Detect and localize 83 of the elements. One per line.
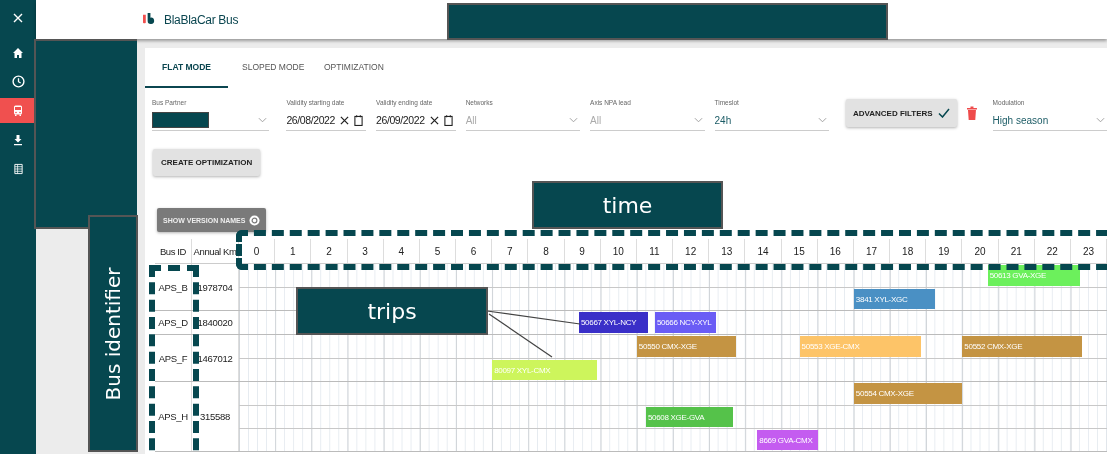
trip-bar[interactable]: 50608 XGE-GVA	[645, 407, 733, 427]
close-icon[interactable]	[13, 13, 23, 23]
clear-icon[interactable]	[429, 115, 439, 125]
sidebar-item[interactable]	[0, 98, 36, 123]
tab[interactable]: SLOPED MODE	[228, 48, 310, 88]
eye-icon	[249, 214, 261, 226]
tab[interactable]: OPTIMIZATION	[310, 48, 392, 88]
hour-label: 12	[673, 239, 710, 263]
date-field[interactable]: 26/08/2022	[286, 110, 367, 131]
trip-bar[interactable]: 50667 XYL-NCY	[578, 312, 648, 333]
column-header: Bus ID	[155, 239, 192, 263]
bus-id-cell: APS_F	[155, 335, 192, 381]
hour-label: 11	[636, 239, 674, 263]
trash-icon[interactable]	[966, 106, 977, 120]
trip-bar[interactable]: 50552 CMX-XGE	[962, 336, 1082, 357]
advanced-filters-button[interactable]: ADVANCED FILTERS	[845, 99, 957, 127]
hour-label: 4	[383, 239, 420, 263]
field-value: 26/09/2022	[376, 114, 425, 126]
hour-label: 2	[311, 239, 348, 263]
bus-id-cell: APS_D	[155, 311, 192, 334]
clock-icon	[11, 75, 25, 88]
bus-id-cell: APS_B	[155, 264, 192, 310]
tab[interactable]: FLAT MODE	[145, 48, 228, 88]
app-title: BlaBlaCar Bus	[164, 12, 239, 27]
hour-label: 7	[492, 239, 529, 263]
hour-label: 3	[347, 239, 384, 263]
field-value: 24h	[714, 114, 732, 126]
select-field[interactable]: High season	[992, 110, 1107, 131]
annual-km-cell: 1840020	[192, 311, 239, 334]
table-icon	[12, 162, 24, 175]
date-field[interactable]: 26/09/2022	[376, 110, 456, 131]
hour-label: 19	[926, 239, 963, 263]
hour-label: 22	[1034, 239, 1071, 263]
hour-label: 0	[239, 239, 276, 263]
field-value: High season	[992, 114, 1049, 126]
chevron-icon	[693, 117, 703, 123]
field-placeholder: All	[590, 114, 602, 126]
bus-icon	[12, 104, 24, 117]
trip-bar[interactable]: 50550 CMX-XGE	[636, 336, 737, 357]
chevron-icon	[258, 117, 268, 123]
hour-label: 8	[528, 239, 565, 263]
annotation-text: trips	[367, 298, 417, 324]
hour-label: 17	[853, 239, 891, 263]
hour-label: 10	[600, 239, 637, 263]
trip-bar[interactable]: 50666 NCY-XYL	[654, 312, 717, 333]
select-field[interactable]: 24h	[714, 110, 829, 131]
select-field[interactable]: All	[590, 110, 705, 131]
hour-label: 23	[1070, 239, 1107, 263]
select-field[interactable]	[152, 110, 270, 131]
hour-label: 16	[817, 239, 854, 263]
hour-label: 15	[781, 239, 818, 263]
select-field[interactable]: All	[465, 110, 581, 131]
hour-label: 6	[456, 239, 493, 263]
hour-label: 20	[962, 239, 999, 263]
hour-label: 13	[709, 239, 746, 263]
logo-icon	[142, 13, 157, 26]
chevron-icon	[569, 117, 579, 123]
calendar-icon[interactable]	[354, 114, 363, 126]
annual-km-cell: 1467012	[192, 335, 239, 381]
create-optimization-button[interactable]: CREATE OPTIMIZATION	[153, 149, 261, 176]
download-icon	[12, 133, 24, 146]
annotation-text: time	[602, 192, 653, 218]
home-icon	[12, 46, 24, 59]
bus-id-cell: APS_H	[155, 382, 192, 451]
trip-bar[interactable]: 8669 GVA-CMX	[757, 430, 818, 450]
hour-label: 14	[745, 239, 782, 263]
hour-label: 5	[419, 239, 457, 263]
hour-label: 21	[998, 239, 1035, 263]
hour-label: 1	[275, 239, 312, 263]
field-placeholder: All	[465, 114, 477, 126]
trip-bar[interactable]: 3841 XYL-XGC	[853, 289, 936, 309]
calendar-icon[interactable]	[443, 114, 453, 126]
clear-icon[interactable]	[340, 115, 349, 125]
hour-label: 9	[564, 239, 601, 263]
hour-label: 18	[890, 239, 927, 263]
chevron-icon	[1096, 117, 1106, 123]
annual-km-cell: 315588	[192, 382, 239, 451]
annual-km-cell: 1978704	[192, 264, 239, 310]
column-header: Annual Km	[192, 239, 239, 263]
chevron-icon	[817, 117, 827, 123]
trip-bar[interactable]: 50554 CMX-XGE	[853, 383, 963, 404]
field-value: 26/08/2022	[286, 114, 335, 126]
annotation-text: Bus identifier	[101, 267, 125, 400]
